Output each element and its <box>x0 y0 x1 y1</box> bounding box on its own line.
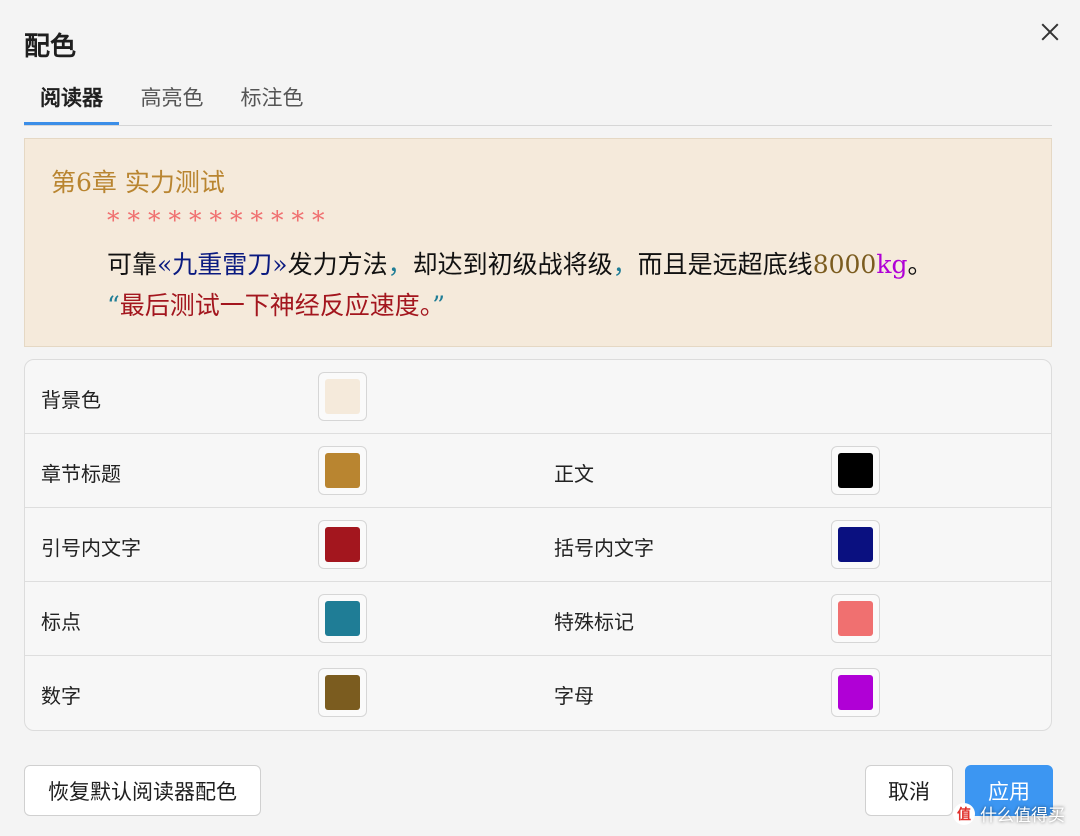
chapter-title-color-swatch[interactable] <box>318 446 367 495</box>
preview-bracket-text: «九重雷刀» <box>157 250 288 279</box>
background-color-swatch[interactable] <box>318 372 367 421</box>
tab-highlight[interactable]: 高亮色 <box>132 82 212 125</box>
preview-punctuation: ， <box>612 250 638 279</box>
letter-color-swatch[interactable] <box>831 668 880 717</box>
punctuation-color-label: 标点 <box>41 610 81 634</box>
preview-letters: kg <box>876 250 908 279</box>
color-row: 数字 字母 <box>25 656 1051 730</box>
letter-color-label: 字母 <box>554 684 594 708</box>
swatch-fill <box>838 675 873 710</box>
tab-annotation-label: 标注色 <box>240 86 304 110</box>
color-row: 章节标题 正文 <box>25 434 1051 508</box>
swatch-fill <box>838 527 873 562</box>
preview-quote-close: ” <box>432 291 446 320</box>
tab-highlight-label: 高亮色 <box>140 86 204 110</box>
tab-bar: 阅读器 高亮色 标注色 <box>24 72 1052 126</box>
color-row: 背景色 <box>25 360 1051 434</box>
tab-annotation[interactable]: 标注色 <box>232 82 312 125</box>
swatch-fill <box>325 453 360 488</box>
background-color-label: 背景色 <box>41 388 101 412</box>
preview-quote-line: “最后测试一下神经反应速度。” <box>107 286 445 322</box>
special-mark-color-label: 特殊标记 <box>554 610 634 634</box>
active-tab-indicator <box>24 122 119 125</box>
watermark-logo-icon: 值 <box>953 802 975 825</box>
watermark: 值 什么值得买 <box>953 801 1065 826</box>
quote-text-color-swatch[interactable] <box>318 520 367 569</box>
close-icon[interactable] <box>1036 18 1064 46</box>
preview-body-text: 可靠 <box>107 250 158 279</box>
preview-body-text: 发力方法 <box>287 250 388 279</box>
reset-default-colors-button[interactable]: 恢复默认阅读器配色 <box>24 765 261 816</box>
quote-text-color-label: 引号内文字 <box>41 536 141 560</box>
chapter-title-color-label: 章节标题 <box>41 462 121 486</box>
special-mark-color-swatch[interactable] <box>831 594 880 643</box>
dialog-title: 配色 <box>24 32 77 62</box>
color-settings-panel: 背景色 章节标题 正文 引号内文字 括号内文字 标点 特殊标记 数字 字母 <box>24 359 1052 731</box>
preview-quote-text: 最后测试一下神经反应速度。 <box>119 291 433 320</box>
swatch-fill <box>325 379 360 414</box>
color-row: 引号内文字 括号内文字 <box>25 508 1051 582</box>
swatch-fill <box>838 601 873 636</box>
number-color-label: 数字 <box>41 684 81 708</box>
preview-number: 8000 <box>812 250 877 279</box>
preview-body-text: 而且是远超底线 <box>637 250 813 279</box>
color-row: 标点 特殊标记 <box>25 582 1051 656</box>
bracket-text-color-label: 括号内文字 <box>554 536 654 560</box>
watermark-text: 什么值得买 <box>980 806 1065 826</box>
swatch-fill <box>325 527 360 562</box>
body-text-color-swatch[interactable] <box>831 446 880 495</box>
reader-preview: 第6章 实力测试 *********** 可靠«九重雷刀»发力方法，却达到初级战… <box>24 138 1052 347</box>
cancel-button[interactable]: 取消 <box>865 765 953 816</box>
preview-body-text: 却达到初级战将级 <box>412 250 613 279</box>
preview-quote-open: “ <box>107 291 120 320</box>
swatch-fill <box>325 675 360 710</box>
tab-reader-label: 阅读器 <box>40 86 103 110</box>
preview-chapter-title: 第6章 实力测试 <box>51 168 225 197</box>
bracket-text-color-swatch[interactable] <box>831 520 880 569</box>
punctuation-color-swatch[interactable] <box>318 594 367 643</box>
preview-punctuation: ， <box>387 250 413 279</box>
preview-body-line: 可靠«九重雷刀»发力方法，却达到初级战将级，而且是远超底线8000kg。 <box>107 245 932 281</box>
tab-reader[interactable]: 阅读器 <box>24 82 119 125</box>
preview-body-text: 。 <box>907 250 933 279</box>
number-color-swatch[interactable] <box>318 668 367 717</box>
swatch-fill <box>325 601 360 636</box>
swatch-fill <box>838 453 873 488</box>
preview-special-marks: *********** <box>107 206 333 235</box>
body-text-color-label: 正文 <box>554 462 594 486</box>
